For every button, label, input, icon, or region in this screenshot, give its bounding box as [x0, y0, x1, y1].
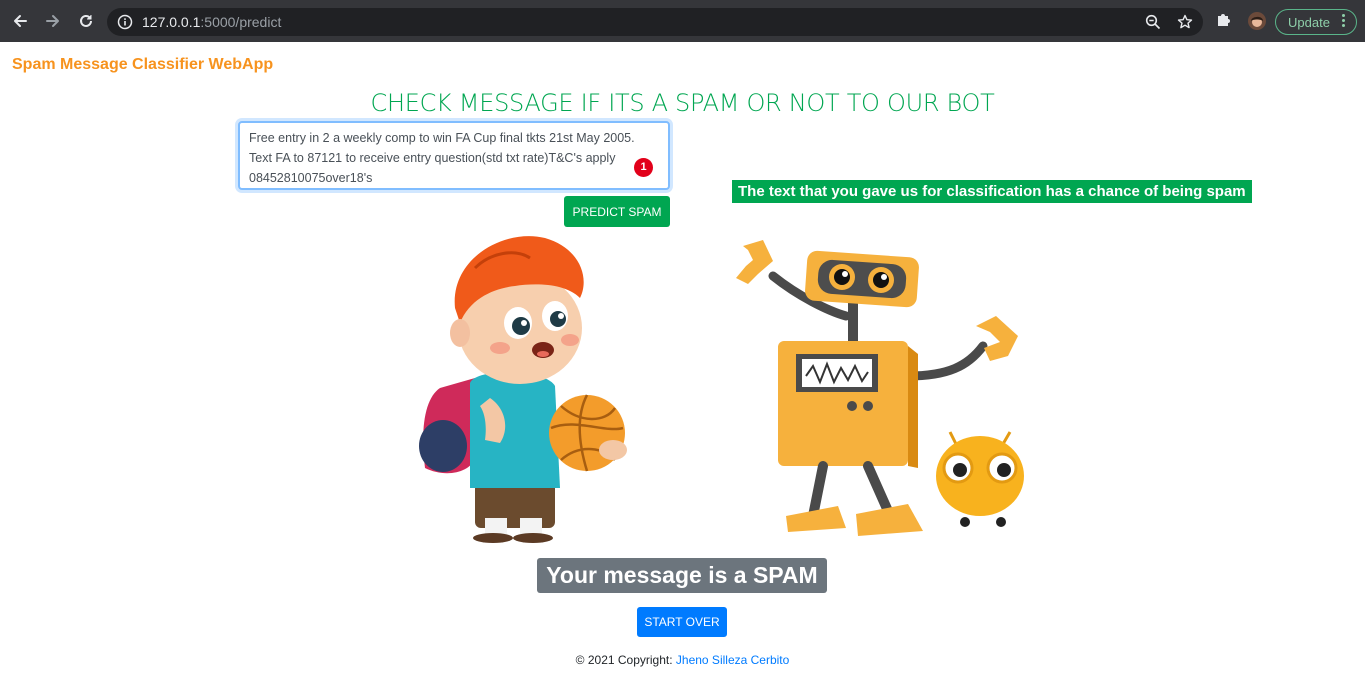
author-link[interactable]: Jheno Silleza Cerbito [676, 653, 789, 667]
avatar[interactable] [1248, 12, 1266, 30]
reload-icon[interactable] [75, 10, 97, 32]
zoom-icon[interactable] [1145, 14, 1161, 30]
browser-toolbar: 127.0.0.1:5000/predict Update [0, 0, 1365, 42]
start-over-button[interactable]: START OVER [637, 607, 727, 637]
kebab-menu-icon [1342, 14, 1346, 29]
predict-spam-button[interactable]: PREDICT SPAM [564, 196, 670, 227]
url-text: 127.0.0.1:5000/predict [142, 14, 282, 30]
brand-title[interactable]: Spam Message Classifier WebApp [12, 56, 273, 74]
page-heading: CHECK MESSAGE IF ITS A SPAM OR NOT TO OU… [370, 89, 995, 117]
message-textarea[interactable]: Free entry in 2 a weekly comp to win FA … [238, 121, 670, 190]
footer: © 2021 Copyright: Jheno Silleza Cerbito [0, 653, 1365, 667]
update-label: Update [1288, 15, 1330, 30]
info-icon[interactable] [117, 14, 133, 30]
robot-illustration [736, 240, 1024, 536]
back-arrow-icon[interactable] [9, 10, 31, 32]
address-bar[interactable]: 127.0.0.1:5000/predict [107, 8, 1203, 36]
forward-arrow-icon[interactable] [42, 10, 64, 32]
footer-copyright: © 2021 Copyright: [575, 653, 676, 667]
puzzle-icon[interactable] [1214, 10, 1236, 32]
star-icon[interactable] [1177, 14, 1193, 30]
result-banner: The text that you gave us for classifica… [732, 180, 1252, 203]
grammar-badge-icon[interactable]: 1 [634, 158, 653, 177]
verdict-badge: Your message is a SPAM [537, 558, 827, 593]
boy-with-ball-illustration [419, 236, 627, 543]
update-button[interactable]: Update [1275, 9, 1357, 35]
